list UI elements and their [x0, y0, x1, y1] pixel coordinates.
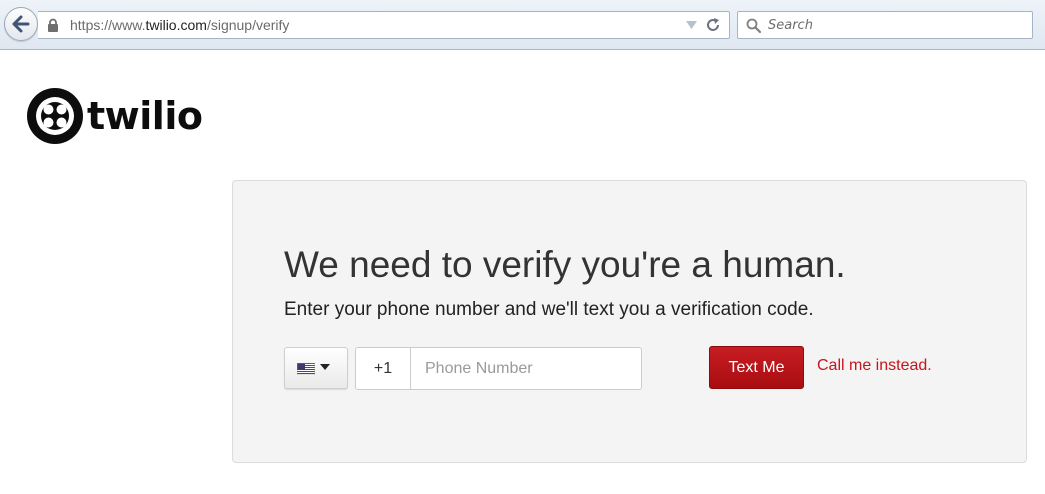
history-dropdown-icon[interactable]	[686, 21, 697, 29]
dial-code: +1	[356, 348, 411, 389]
logo-wordmark: twilio	[87, 94, 203, 138]
page-subtitle: Enter your phone number and we'll text y…	[284, 299, 814, 320]
back-button[interactable]	[4, 7, 38, 41]
url-text[interactable]: https://www.twilio.com/signup/verify	[70, 17, 289, 33]
url-host: twilio.com	[145, 17, 207, 33]
us-flag-icon	[297, 363, 315, 375]
page-title: We need to verify you're a human.	[284, 244, 846, 285]
phone-input-group: +1	[355, 347, 642, 390]
url-path: /signup/verify	[206, 17, 290, 33]
call-me-instead-link[interactable]: Call me instead.	[817, 357, 932, 375]
text-me-button[interactable]: Text Me	[709, 346, 804, 389]
phone-number-input[interactable]	[412, 348, 637, 389]
twilio-logo-mark-icon	[27, 88, 83, 144]
url-prefix: https://www.	[70, 17, 146, 33]
url-bar[interactable]: https://www.twilio.com/signup/verify	[38, 11, 730, 39]
verify-card: We need to verify you're a human. Enter …	[232, 180, 1027, 463]
search-bar[interactable]	[737, 11, 1033, 39]
search-input[interactable]	[768, 15, 1018, 35]
country-select[interactable]	[284, 347, 348, 389]
reload-icon[interactable]	[705, 17, 721, 33]
lock-icon	[48, 18, 58, 32]
back-arrow-icon	[12, 15, 30, 33]
search-icon	[746, 18, 761, 33]
browser-toolbar: https://www.twilio.com/signup/verify	[0, 0, 1045, 50]
chevron-down-icon	[320, 364, 330, 370]
